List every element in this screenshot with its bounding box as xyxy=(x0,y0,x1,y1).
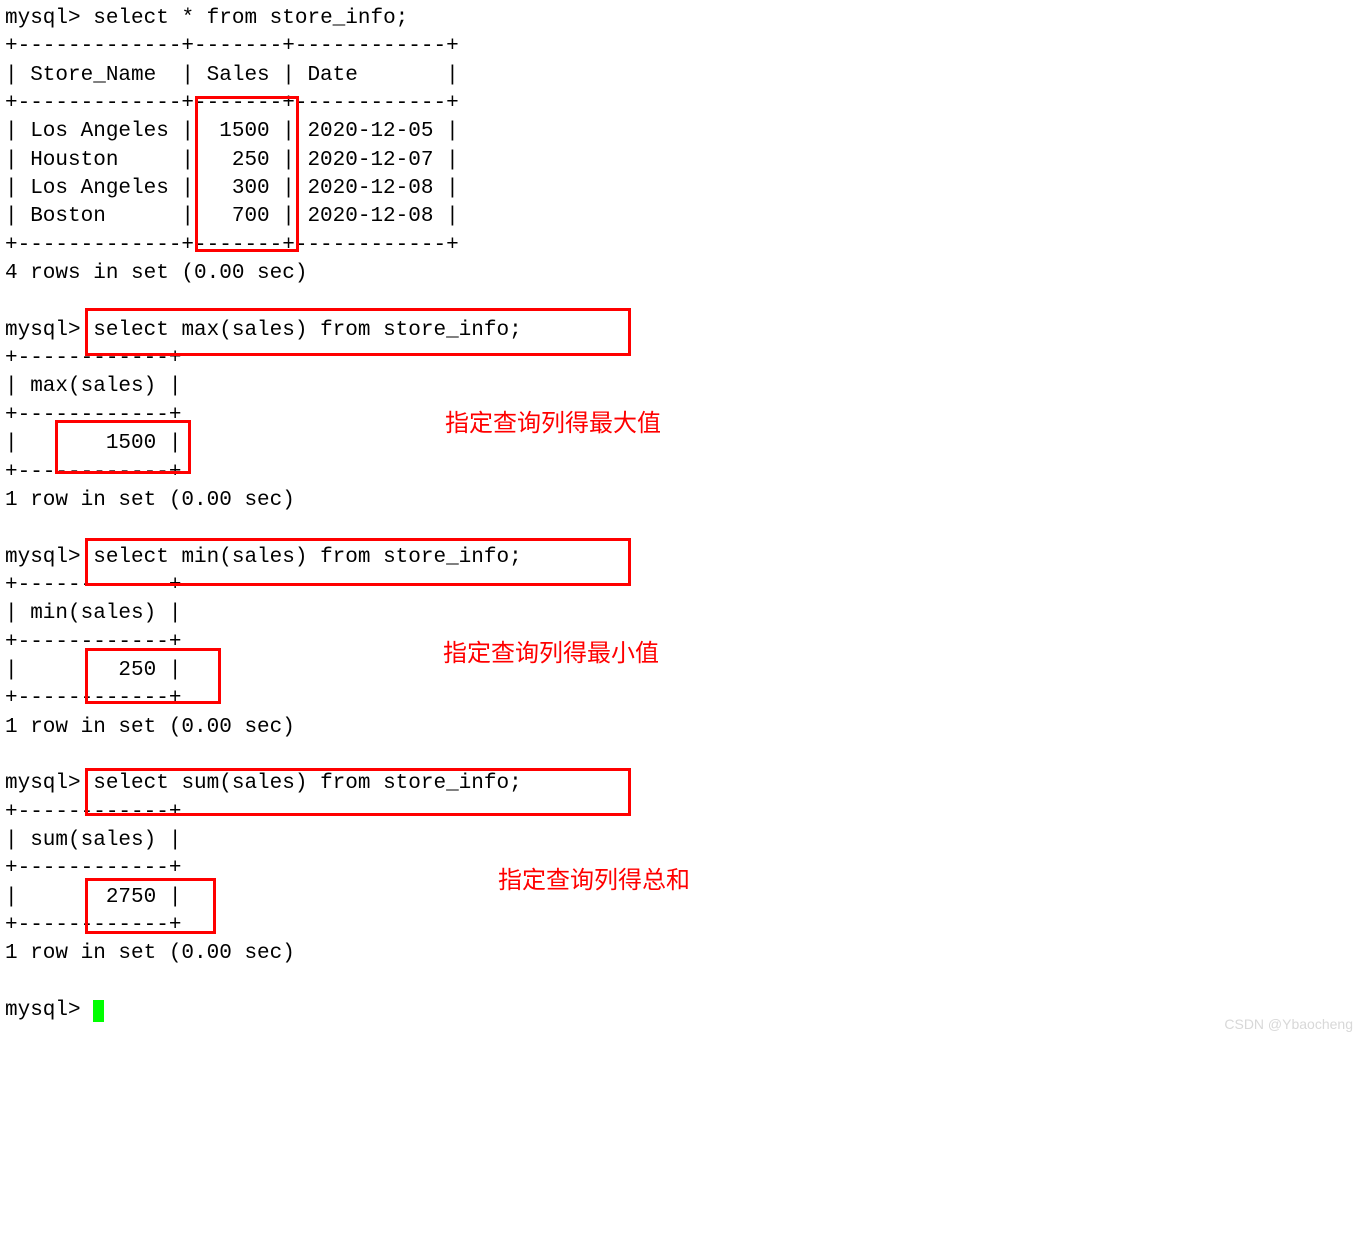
table-border: +------------+ xyxy=(5,631,181,654)
table-border: +------------+ xyxy=(5,574,181,597)
table-header-row: | min(sales) | xyxy=(5,602,181,625)
result-status: 1 row in set (0.00 sec) xyxy=(5,489,295,512)
table-border: +------------+ xyxy=(5,914,181,937)
sql-query-min: select min(sales) from store_info; xyxy=(81,546,522,569)
table-header-row: | Store_Name | Sales | Date | xyxy=(5,64,459,87)
cursor-icon xyxy=(93,1000,104,1022)
sql-query-max: select max(sales) from store_info; xyxy=(81,319,522,342)
table-border: +------------+ xyxy=(5,461,181,484)
table-border: +-------------+-------+------------+ xyxy=(5,92,459,115)
table-row: | Houston | 250 | 2020-12-07 | xyxy=(5,149,459,172)
table-header-row: | sum(sales) | xyxy=(5,829,181,852)
mysql-prompt: mysql> xyxy=(5,772,81,795)
mysql-prompt: mysql> xyxy=(5,7,81,30)
terminal-output: mysql> select * from store_info; +------… xyxy=(5,5,1358,1025)
table-row: | Los Angeles | 300 | 2020-12-08 | xyxy=(5,177,459,200)
table-border: +------------+ xyxy=(5,801,181,824)
table-border: +------------+ xyxy=(5,404,181,427)
mysql-prompt: mysql> xyxy=(5,999,93,1022)
table-border: +------------+ xyxy=(5,857,181,880)
table-row: | 2750 | xyxy=(5,886,181,909)
table-border: +------------+ xyxy=(5,687,181,710)
watermark: CSDN @Ybaocheng xyxy=(1224,1015,1353,1034)
table-header-row: | max(sales) | xyxy=(5,375,181,398)
table-row: | 250 | xyxy=(5,659,181,682)
table-row: | 1500 | xyxy=(5,432,181,455)
table-border: +-------------+-------+------------+ xyxy=(5,234,459,257)
result-status: 1 row in set (0.00 sec) xyxy=(5,942,295,965)
mysql-prompt: mysql> xyxy=(5,546,81,569)
table-border: +-------------+-------+------------+ xyxy=(5,35,459,58)
sql-query-sum: select sum(sales) from store_info; xyxy=(81,772,522,795)
result-status: 1 row in set (0.00 sec) xyxy=(5,716,295,739)
mysql-prompt: mysql> xyxy=(5,319,81,342)
table-row: | Los Angeles | 1500 | 2020-12-05 | xyxy=(5,120,459,143)
sql-query-select-all: select * from store_info; xyxy=(81,7,409,30)
table-border: +------------+ xyxy=(5,347,181,370)
result-status: 4 rows in set (0.00 sec) xyxy=(5,262,307,285)
table-row: | Boston | 700 | 2020-12-08 | xyxy=(5,205,459,228)
